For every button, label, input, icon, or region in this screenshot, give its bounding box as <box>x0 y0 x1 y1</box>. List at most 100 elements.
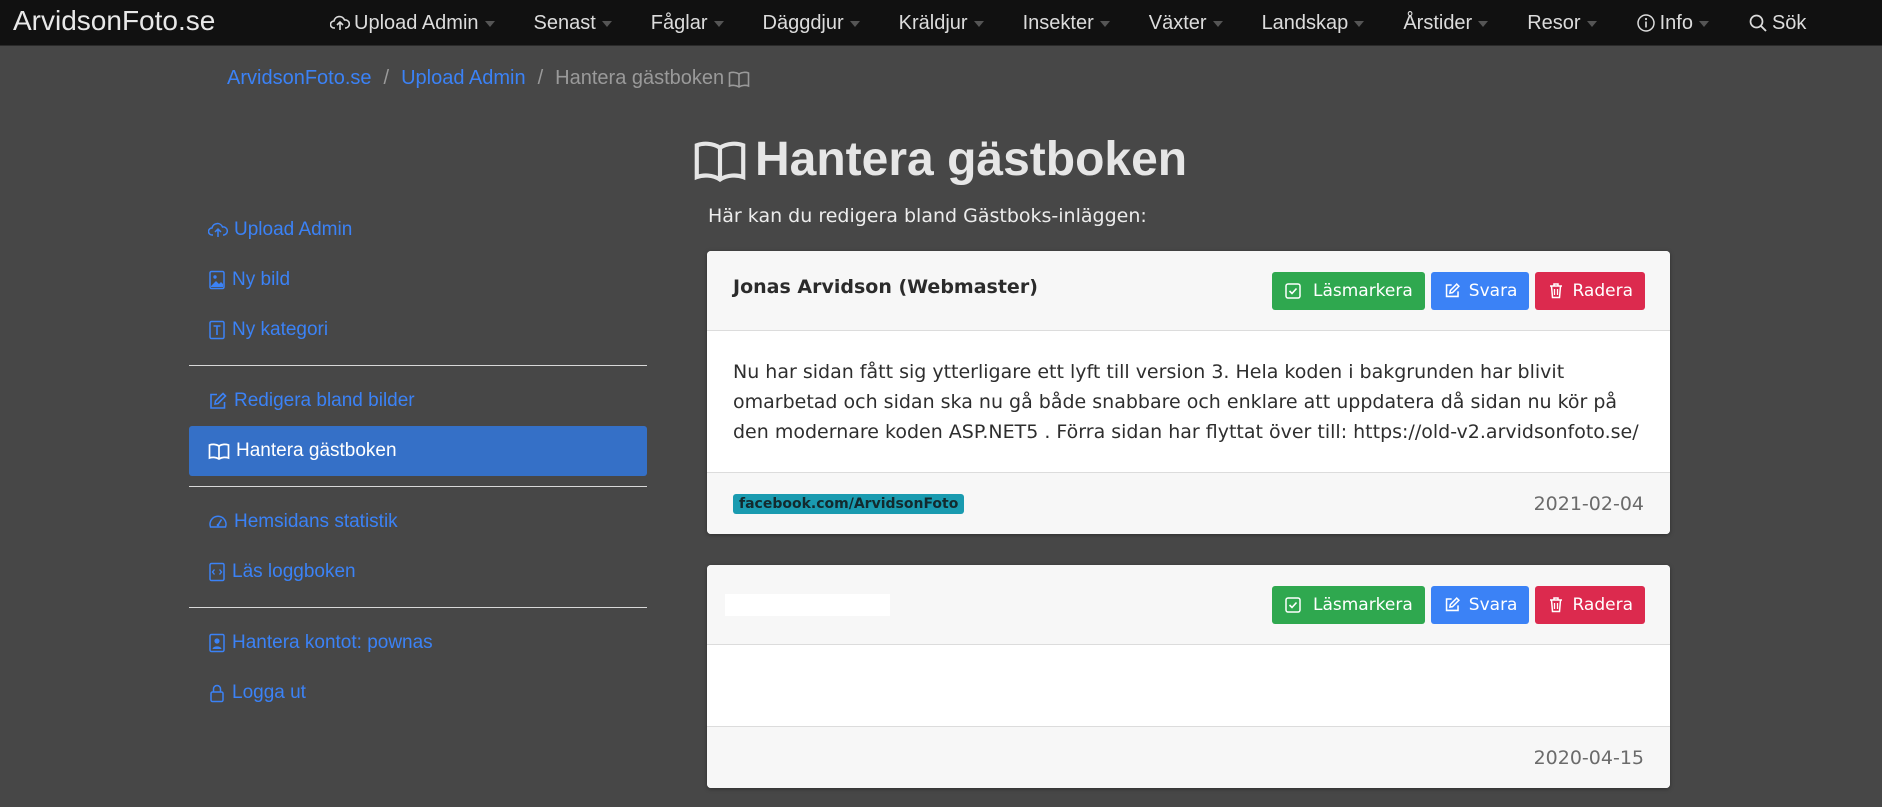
post-footer: 2020-04-15 <box>707 726 1670 788</box>
breadcrumb-current-label: Hantera gästboken <box>555 67 725 89</box>
post-message-text: Nu har sidan fått sig ytterligare ett ly… <box>733 360 1639 443</box>
button-label: Radera <box>1572 594 1633 615</box>
chevron-down-icon <box>1478 21 1489 27</box>
chevron-down-icon <box>713 21 724 27</box>
mark-read-button[interactable]: Läsmarkera <box>1271 271 1425 310</box>
nav-label: Senast <box>533 11 596 34</box>
nav-item-info[interactable]: Info <box>1636 12 1709 35</box>
chevron-down-icon <box>973 21 984 27</box>
sidebar-divider <box>189 607 647 608</box>
trash-icon <box>1550 283 1563 299</box>
cloud-upload-icon <box>330 15 350 30</box>
site-brand[interactable]: ArvidsonFoto.se <box>13 5 215 37</box>
page-title: Hantera gästboken <box>693 132 1187 187</box>
sidebar-item-label: Redigera bland bilder <box>234 390 415 411</box>
sidebar-item-hantera-kontot[interactable]: Hantera kontot: pownas <box>189 618 647 668</box>
book-icon <box>208 443 230 460</box>
search-icon <box>1749 14 1767 32</box>
sidebar-item-label: Ny kategori <box>232 319 329 340</box>
breadcrumb-separator: / <box>383 67 390 89</box>
sidebar-item-upload-admin[interactable]: Upload Admin <box>189 205 647 255</box>
nav-item-faglar[interactable]: Fåglar <box>651 12 724 35</box>
post-date: 2021-02-04 <box>1533 492 1644 515</box>
page-title-text: Hantera gästboken <box>755 133 1188 186</box>
reply-button[interactable]: Svara <box>1430 271 1530 310</box>
sidebar-item-label: Hantera kontot: pownas <box>232 632 433 653</box>
nav-item-upload-admin[interactable]: Upload Admin <box>330 12 495 35</box>
chevron-down-icon <box>1354 21 1365 27</box>
button-label: Svara <box>1468 594 1518 615</box>
breadcrumb: ArvidsonFoto.se / Upload Admin / Hantera… <box>227 67 750 90</box>
breadcrumb-section-link[interactable]: Upload Admin <box>401 67 526 90</box>
delete-button[interactable]: Radera <box>1535 585 1645 624</box>
sidebar-item-ny-bild[interactable]: Ny bild <box>189 255 647 305</box>
lock-icon <box>210 684 224 703</box>
mark-read-button[interactable]: Läsmarkera <box>1271 585 1425 624</box>
sidebar-item-label: Upload Admin <box>234 219 353 240</box>
nav-item-daggdjur[interactable]: Däggdjur <box>763 12 860 35</box>
post-header: Jonas Arvidson (Webmaster) Läsmarkera Sv… <box>707 251 1670 331</box>
chevron-down-icon <box>1212 21 1223 27</box>
guestbook-post: Jonas Arvidson (Webmaster) Läsmarkera Sv… <box>707 251 1670 534</box>
chevron-down-icon <box>1586 21 1597 27</box>
book-icon <box>694 141 746 182</box>
nav-item-kraldjur[interactable]: Kräldjur <box>899 12 984 35</box>
chevron-down-icon <box>601 21 612 27</box>
reply-button[interactable]: Svara <box>1430 585 1530 624</box>
intro-text: Här kan du redigera bland Gästboks-inläg… <box>708 205 1147 227</box>
sidebar-item-ny-kategori[interactable]: Ny kategori <box>189 305 647 355</box>
post-message: Nu har sidan fått sig ytterligare ett ly… <box>707 331 1670 472</box>
post-actions: Läsmarkera Svara Radera <box>1266 585 1645 624</box>
nav-label: Info <box>1659 11 1693 34</box>
check-square-icon <box>1285 282 1301 299</box>
sidebar-item-label: Logga ut <box>232 682 306 703</box>
breadcrumb-separator: / <box>537 67 544 89</box>
text-box-icon <box>209 320 225 340</box>
post-date: 2020-04-15 <box>1533 746 1644 769</box>
sidebar-item-logga-ut[interactable]: Logga ut <box>189 668 647 718</box>
post-tag-badge[interactable]: facebook.com/ArvidsonFoto <box>733 493 965 514</box>
nav-label: Årstider <box>1403 11 1473 34</box>
nav-item-landskap[interactable]: Landskap <box>1262 12 1365 35</box>
nav-label: Insekter <box>1022 11 1094 34</box>
chevron-down-icon <box>484 21 495 27</box>
nav-item-arstider[interactable]: Årstider <box>1403 11 1489 35</box>
image-icon <box>209 270 225 290</box>
sidebar-item-label: Ny bild <box>232 269 291 290</box>
sidebar-item-hantera-gastboken[interactable]: Hantera gästboken <box>189 426 647 476</box>
nav-item-search[interactable]: Sök <box>1748 12 1806 35</box>
button-label: Läsmarkera <box>1312 280 1413 301</box>
chevron-down-icon <box>1698 21 1709 27</box>
nav-label: Däggdjur <box>762 11 844 34</box>
post-message <box>707 645 1670 726</box>
sidebar-item-label: Hemsidans statistik <box>234 511 398 532</box>
nav-menu: Upload Admin Senast Fåglar Däggdjur Kräl… <box>330 0 1806 46</box>
chevron-down-icon <box>1099 21 1110 27</box>
sidebar-item-loggboken[interactable]: Läs loggboken <box>189 547 647 597</box>
account-icon <box>209 633 225 653</box>
sidebar-item-label: Hantera gästboken <box>236 440 397 461</box>
nav-label: Fåglar <box>650 11 708 34</box>
guestbook-post: Läsmarkera Svara Radera 2020-04-15 <box>707 565 1670 788</box>
info-icon <box>1636 14 1655 32</box>
cloud-upload-icon <box>208 222 228 237</box>
nav-item-vaxter[interactable]: Växter <box>1149 12 1223 35</box>
breadcrumb-home-link[interactable]: ArvidsonFoto.se <box>227 67 372 90</box>
delete-button[interactable]: Radera <box>1535 271 1645 310</box>
post-actions: Läsmarkera Svara Radera <box>1266 271 1645 310</box>
button-label: Läsmarkera <box>1312 594 1413 615</box>
nav-item-senast[interactable]: Senast <box>534 12 612 35</box>
edit-icon <box>1445 283 1460 298</box>
button-label: Radera <box>1572 280 1633 301</box>
trash-icon <box>1550 597 1563 613</box>
check-square-icon <box>1285 596 1301 613</box>
nav-item-insekter[interactable]: Insekter <box>1023 12 1110 35</box>
sidebar-item-redigera-bilder[interactable]: Redigera bland bilder <box>189 376 647 426</box>
nav-label: Kräldjur <box>898 11 968 34</box>
post-header: Läsmarkera Svara Radera <box>707 565 1670 645</box>
nav-item-resor[interactable]: Resor <box>1527 12 1597 35</box>
sidebar-item-statistik[interactable]: Hemsidans statistik <box>189 497 647 547</box>
nav-label: Upload Admin <box>354 11 479 34</box>
post-footer: facebook.com/ArvidsonFoto 2021-02-04 <box>707 472 1670 534</box>
nav-label: Sök <box>1771 11 1807 34</box>
